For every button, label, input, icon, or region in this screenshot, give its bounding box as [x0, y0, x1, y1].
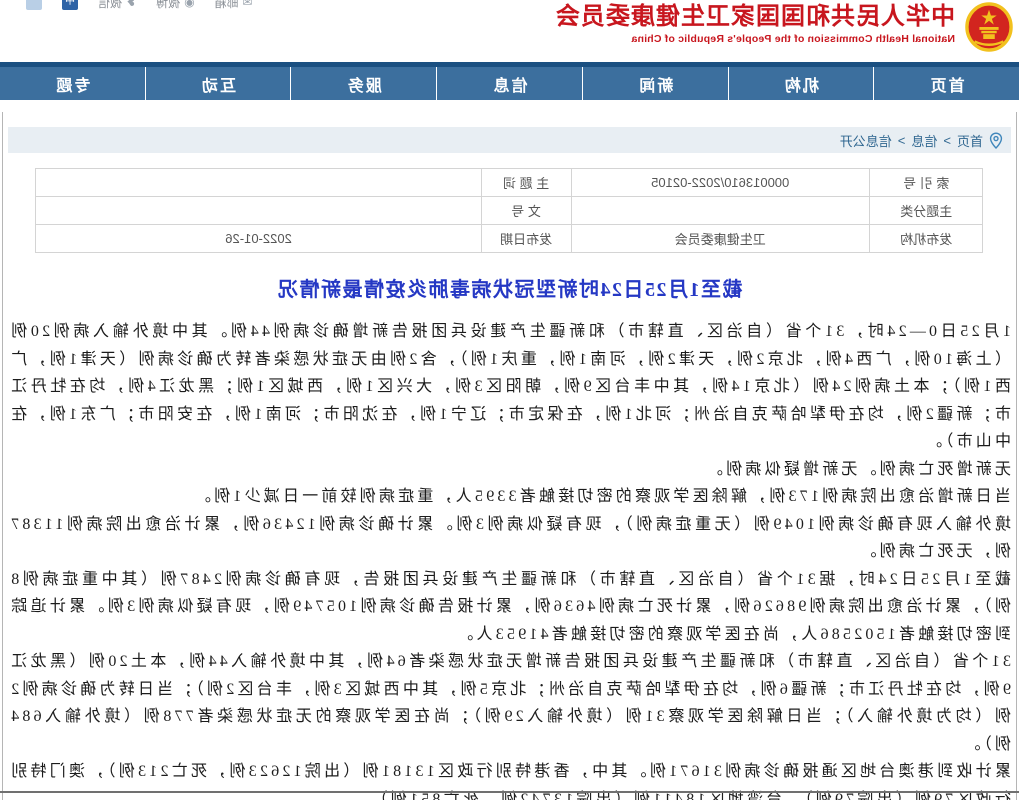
breadcrumb: 首页 > 信息 > 信息公开: [8, 127, 1011, 153]
nav-item-interact[interactable]: 互动: [145, 67, 291, 100]
article-paragraph: 累计收到港澳台地区通报确诊病例31671例。其中，香港特别行政区13181例（出…: [8, 758, 1011, 800]
meta-label-subject-word: 主 题 词: [481, 169, 571, 197]
meta-value-issuer: 卫生健康委员会: [571, 225, 869, 253]
meta-label-index-no: 索 引 号: [869, 169, 983, 197]
nav-item-home[interactable]: 首页: [873, 67, 1019, 100]
meta-label-issuer: 发布机构: [869, 225, 983, 253]
site-title-block: 中华人民共和国国家卫生健康委员会 National Health Commiss…: [555, 2, 955, 45]
site-title-cn: 中华人民共和国国家卫生健康委员会: [555, 4, 955, 30]
nav-item-info[interactable]: 信息: [436, 67, 582, 100]
nav-item-service[interactable]: 服务: [290, 67, 436, 100]
breadcrumb-info[interactable]: 信息: [911, 131, 937, 150]
footer-divider: [0, 791, 1019, 793]
meta-label-pub-date: 发布日期: [481, 225, 571, 253]
browser-viewport: ✉ 邮箱 ◉ 微博 ❥ 微信 中: [0, 0, 1019, 800]
nav-item-special[interactable]: 专题: [0, 67, 145, 100]
site-title-en: National Health Commission of the People…: [555, 33, 955, 45]
document-meta-table: 索 引 号 000013610/2022-02105 主 题 词 主题分类 文 …: [36, 168, 984, 253]
table-row: 索 引 号 000013610/2022-02105 主 题 词: [36, 169, 983, 197]
main-nav: 首页 机构 新闻 信息 服务 互动 专题: [0, 67, 1019, 100]
site-logo[interactable]: 中华人民共和国国家卫生健康委员会 National Health Commiss…: [555, 2, 1013, 57]
breadcrumb-home[interactable]: 首页: [957, 131, 983, 150]
article-paragraph: 1月25日0—24时，31个省（自治区、直辖市）和新疆生产建设兵团报告新增确诊病…: [8, 318, 1011, 456]
table-row: 主题分类 文 号: [36, 197, 983, 225]
table-row: 发布机构 卫生健康委员会 发布日期 2022-01-26: [36, 225, 983, 253]
nhc-webpage: ✉ 邮箱 ◉ 微博 ❥ 微信 中: [0, 0, 1019, 800]
article-paragraph: 境外输入现有确诊病例1049例（无重症病例），现有疑似病例3例。累计确诊病例12…: [8, 511, 1011, 566]
site-header: 中华人民共和国国家卫生健康委员会 National Health Commiss…: [0, 0, 1019, 62]
article-paragraph: 截至1月25日24时，据31个省（自治区、直辖市）和新疆生产建设兵团报告，现有确…: [8, 566, 1011, 649]
mirrored-page-wrapper: ✉ 邮箱 ◉ 微博 ❥ 微信 中: [0, 0, 1019, 800]
page-left-border: [1016, 112, 1017, 800]
nav-item-org[interactable]: 机构: [728, 67, 874, 100]
meta-label-category: 主题分类: [869, 197, 983, 225]
article-body: 1月25日0—24时，31个省（自治区、直辖市）和新疆生产建设兵团报告新增确诊病…: [8, 318, 1011, 800]
breadcrumb-info-disclosure[interactable]: 信息公开: [840, 131, 892, 150]
article-paragraph: 无新增死亡病例。无新增疑似病例。: [8, 456, 1011, 484]
nav-item-news[interactable]: 新闻: [582, 67, 728, 100]
meta-value-index-no: 000013610/2022-02105: [571, 169, 869, 197]
breadcrumb-separator: >: [943, 133, 951, 148]
breadcrumb-separator: >: [898, 133, 906, 148]
meta-value-pub-date: 2022-01-26: [36, 225, 481, 253]
meta-value-subject-word: [36, 169, 481, 197]
page-right-border: [2, 112, 3, 800]
page-title: 截至1月25日24时新型冠状病毒肺炎疫情最新情况: [8, 273, 1011, 302]
article-paragraph: 当日新增治愈出院病例173例，解除医学观察的密切接触者3395人，重症病例较前一…: [8, 483, 1011, 511]
meta-label-doc-no: 文 号: [481, 197, 571, 225]
meta-value-category: [571, 197, 869, 225]
article-paragraph: 31个省（自治区、直辖市）和新疆生产建设兵团报告新增无症状感染者64例，其中境外…: [8, 648, 1011, 758]
meta-value-doc-no: [36, 197, 481, 225]
national-emblem-icon: [965, 2, 1013, 57]
location-pin-icon: [989, 132, 1003, 149]
